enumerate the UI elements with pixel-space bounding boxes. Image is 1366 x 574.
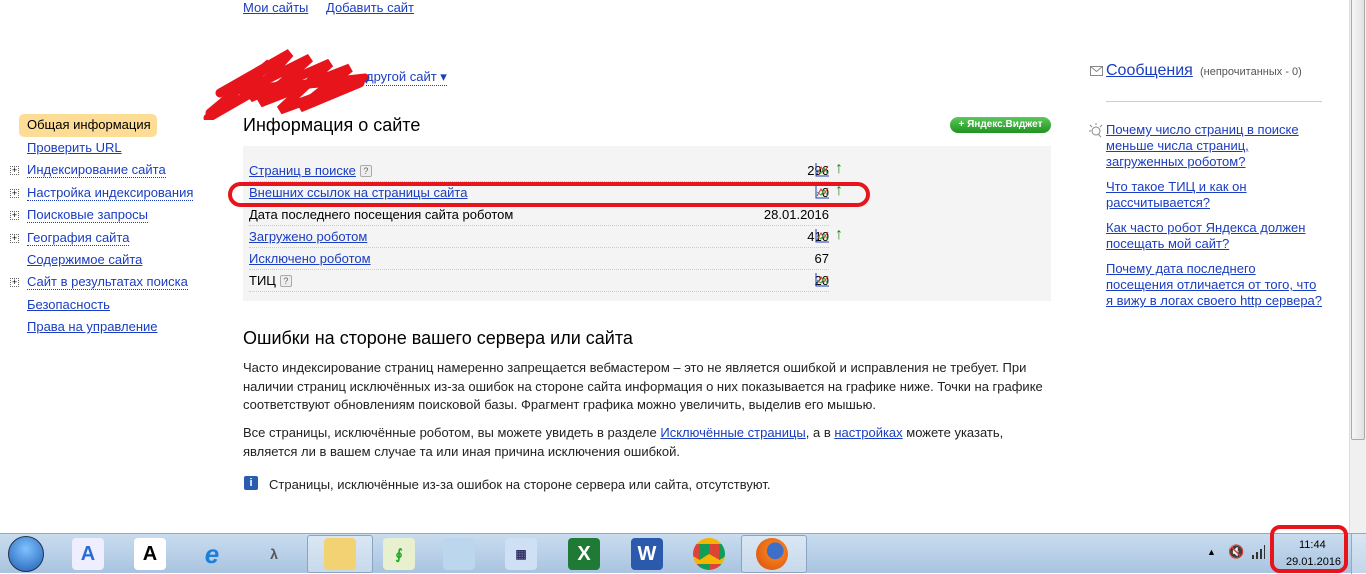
faq-link[interactable]: Почему число страниц в поиске меньше чис…	[1106, 122, 1326, 170]
sidebar-item-label[interactable]: Настройка индексирования	[27, 184, 194, 201]
add-site-link[interactable]: Добавить сайт	[326, 0, 414, 15]
table-row: Дата последнего посещения сайта роботом …	[249, 204, 829, 226]
chart-icon[interactable]	[815, 273, 829, 287]
excluded-pages-link[interactable]: Исключённые страницы	[660, 425, 805, 440]
row-label: ТИЦ	[249, 273, 276, 288]
sidebar-item-label[interactable]: География сайта	[27, 229, 130, 246]
vertical-scrollbar[interactable]	[1349, 0, 1366, 533]
faq-link[interactable]: Что такое ТИЦ и как он рассчитывается?	[1106, 179, 1326, 211]
info-icon: i	[244, 476, 258, 490]
trend-up-icon: ↑	[835, 226, 843, 243]
faq-link[interactable]: Почему дата последнего посещения отличае…	[1106, 261, 1326, 309]
errors-description: Часто индексирование страниц намеренно з…	[243, 360, 1043, 412]
errors-notice: Страницы, исключённые из-за ошибок на ст…	[269, 477, 771, 492]
scrollbar-thumb[interactable]	[1351, 0, 1365, 440]
help-icon[interactable]: ?	[359, 165, 372, 177]
lightbulb-icon	[1089, 123, 1103, 138]
internet-explorer-icon[interactable]: e	[196, 538, 228, 570]
my-sites-link[interactable]: Мои сайты	[243, 0, 308, 15]
word-icon[interactable]: W	[631, 538, 663, 570]
sidebar-item-content[interactable]: Содержимое сайта	[0, 249, 220, 271]
sidebar-item-label[interactable]: Права на управление	[27, 319, 158, 334]
show-desktop-button[interactable]	[1351, 534, 1366, 574]
sidebar-item-label[interactable]: Безопасность	[27, 297, 110, 312]
expand-icon[interactable]: +	[10, 278, 19, 288]
annotation-highlight	[228, 182, 870, 207]
other-site-dropdown[interactable]: другой сайт ▾	[366, 69, 447, 86]
pages-in-search-link[interactable]: Страниц в поиске	[249, 163, 356, 178]
show-hidden-icons[interactable]: ▲	[1207, 547, 1216, 557]
expand-icon[interactable]: +	[10, 211, 19, 221]
volume-muted-icon[interactable]: 🔇	[1228, 544, 1244, 560]
sidebar-item-label[interactable]: Проверить URL	[27, 140, 122, 155]
sidebar-item-search-results[interactable]: + Сайт в результатах поиска	[0, 271, 220, 293]
sidebar-item-label[interactable]: Содержимое сайта	[27, 252, 142, 267]
sidebar-item-label[interactable]: Индексирование сайта	[27, 162, 166, 179]
network-signal-icon[interactable]	[1251, 545, 1265, 559]
redaction-scribble	[203, 49, 370, 120]
sidebar-item-indexing-settings[interactable]: + Настройка индексирования	[0, 182, 220, 204]
sidebar-item-security[interactable]: Безопасность	[0, 294, 220, 316]
downloaded-by-robot-link[interactable]: Загружено роботом	[249, 229, 367, 244]
sidebar-item-geography[interactable]: + География сайта	[0, 227, 220, 249]
sidebar-item-check-url[interactable]: Проверить URL	[0, 137, 220, 159]
trend-up-icon: ↑	[835, 160, 843, 177]
yandex-widget-button[interactable]: + Яндекс.Виджет	[950, 117, 1051, 133]
taskbar: A A e λ ∮ ▦ X W ▲ 🔇 11:44 29.01.2016	[0, 525, 1366, 574]
firefox-icon[interactable]	[756, 538, 788, 570]
help-icon[interactable]: ?	[279, 275, 292, 287]
language-bar-icon[interactable]: λ	[258, 538, 290, 570]
table-row: Исключено роботом 67	[249, 248, 829, 270]
font-icon[interactable]: A	[134, 538, 166, 570]
faq-link[interactable]: Как часто робот Яндекса должен посещать …	[1106, 220, 1326, 252]
sidebar: Общая информация Проверить URL + Индексир…	[0, 114, 220, 339]
expand-icon[interactable]: +	[10, 166, 19, 176]
table-row: Загружено роботом 410	[249, 226, 829, 248]
divider	[1106, 101, 1322, 102]
unread-count: (непрочитанных - 0)	[1200, 66, 1302, 78]
notepad-icon[interactable]	[443, 538, 475, 570]
folder-icon[interactable]	[324, 538, 356, 570]
excluded-by-robot-link[interactable]: Исключено роботом	[249, 251, 371, 266]
sidebar-item-label[interactable]: Сайт в результатах поиска	[27, 274, 188, 291]
excel-icon[interactable]: X	[568, 538, 600, 570]
messages-link[interactable]: Сообщения	[1106, 62, 1193, 80]
sidebar-item-label: Общая информация	[27, 117, 151, 132]
expand-icon[interactable]: +	[10, 233, 19, 243]
row-value: 67	[811, 251, 829, 266]
chrome-icon[interactable]	[693, 538, 725, 570]
sidebar-item-permissions[interactable]: Права на управление	[0, 316, 220, 338]
page-title: Информация о сайте	[243, 115, 421, 135]
table-row: Страниц в поиске? 296	[249, 160, 829, 182]
errors-title: Ошибки на стороне вашего сервера или сай…	[243, 328, 633, 348]
calculator-plus-icon[interactable]: ∮	[383, 538, 415, 570]
expand-icon[interactable]: +	[10, 188, 19, 198]
sidebar-item-search-queries[interactable]: + Поисковые запросы	[0, 204, 220, 226]
sidebar-item-indexing[interactable]: + Индексирование сайта	[0, 159, 220, 181]
calculator-icon[interactable]: ▦	[505, 538, 537, 570]
chart-icon[interactable]	[815, 163, 829, 177]
table-row: ТИЦ? 20	[249, 270, 829, 292]
chart-icon[interactable]	[815, 229, 829, 243]
sidebar-item-general-info[interactable]: Общая информация	[19, 114, 157, 137]
envelope-icon	[1090, 66, 1103, 76]
row-label: Дата последнего посещения сайта роботом	[249, 207, 517, 222]
site-info-table: Страниц в поиске? 296 Внешних ссылок на …	[243, 146, 1051, 301]
wordpad-icon[interactable]: A	[72, 538, 104, 570]
settings-link[interactable]: настройках	[834, 425, 902, 440]
annotation-highlight	[1270, 525, 1348, 573]
row-value: 28.01.2016	[760, 207, 829, 222]
sidebar-item-label[interactable]: Поисковые запросы	[27, 207, 149, 224]
start-button[interactable]	[8, 536, 44, 572]
errors-description-2: Все страницы, исключённые роботом, вы мо…	[243, 425, 1004, 459]
